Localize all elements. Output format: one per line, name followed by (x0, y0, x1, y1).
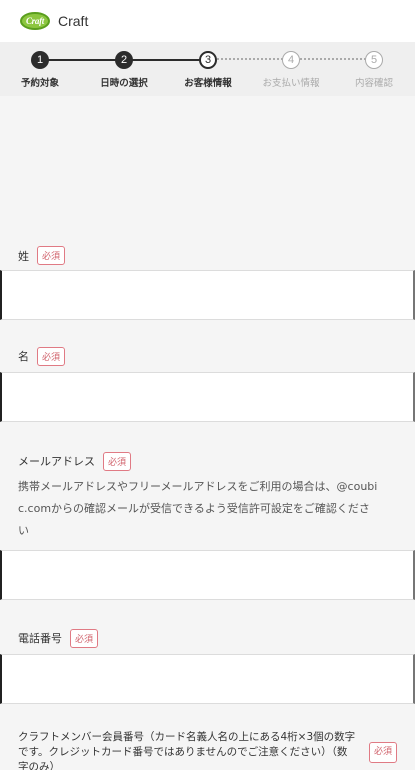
first-name-label: 名 (18, 350, 29, 363)
step-4: 4 お支払い情報 (251, 51, 331, 89)
step-4-label: お支払い情報 (262, 78, 320, 89)
app-header: Craft Craft (0, 0, 415, 42)
member-number-label: クラフトメンバー会員番号（カード名義人名の上にある4桁×3個の数字 です。クレジ… (18, 730, 361, 770)
email-note-line-3: い (18, 524, 29, 537)
content-placeholder (0, 96, 415, 241)
progress-stepper: 1 予約対象 2 日時の選択 3 お客様情報 4 お支払い情報 5 内容確認 (0, 42, 415, 96)
step-2-label: 日時の選択 (100, 78, 148, 89)
email-label-row: メールアドレス 必須 (0, 450, 415, 472)
email-note: 携帯メールアドレスやフリーメールアドレスをご利用の場合は、@coubi c.co… (0, 476, 415, 542)
craft-logo[interactable]: Craft (20, 12, 50, 30)
member-label-line-3: 字のみ） (18, 761, 60, 770)
member-label-line-1: クラフトメンバー会員番号（カード名義人名の上にある4桁×3個の数字 (18, 731, 356, 743)
last-name-label: 姓 (18, 249, 29, 263)
email-label: メールアドレス (18, 455, 95, 468)
step-1-label: 予約対象 (20, 78, 59, 89)
required-badge: 必須 (37, 246, 66, 265)
member-number-label-row: クラフトメンバー会員番号（カード名義人名の上にある4桁×3個の数字 です。クレジ… (0, 730, 415, 770)
stepper-line-3 (208, 58, 291, 60)
step-1: 1 予約対象 (0, 51, 80, 89)
last-name-label-row: 姓 必須 (0, 241, 415, 270)
required-badge: 必須 (70, 628, 99, 648)
email-note-line-2: c.comからの確認メールが受信できるよう受信許可設定をご確認くださ (18, 502, 370, 515)
first-name-label-row: 名 必須 (0, 340, 415, 372)
stepper-line-4 (291, 58, 374, 60)
customer-form: 姓 必須 名 必須 メールアドレス 必須 携帯メールアドレスやフリーメールアドレ… (0, 241, 415, 770)
email-note-line-1: 携帯メールアドレスやフリーメールアドレスをご利用の場合は、@coubi (18, 480, 378, 493)
step-3: 3 お客様情報 (168, 51, 248, 89)
step-3-circle: 3 (199, 51, 217, 69)
step-3-label: お客様情報 (184, 78, 232, 89)
last-name-input[interactable] (0, 270, 415, 320)
phone-input[interactable] (0, 654, 415, 704)
step-5: 5 内容確認 (334, 51, 414, 89)
step-2: 2 日時の選択 (84, 51, 164, 89)
step-1-circle: 1 (31, 51, 49, 69)
first-name-input[interactable] (0, 372, 415, 422)
stepper-line-1 (40, 59, 124, 61)
email-input[interactable] (0, 550, 415, 600)
phone-label: 電話番号 (18, 632, 62, 645)
step-5-label: 内容確認 (354, 78, 393, 89)
logo-text: Craft (25, 16, 44, 26)
stepper-line-2 (124, 59, 208, 61)
required-badge: 必須 (368, 742, 397, 763)
step-5-circle: 5 (365, 51, 383, 69)
member-label-line-2: です。クレジットカード番号ではありませんのでご注意ください）（数 (18, 746, 348, 758)
required-badge: 必須 (37, 346, 66, 366)
step-4-circle: 4 (282, 51, 300, 69)
brand-name: Craft (58, 13, 89, 29)
phone-label-row: 電話番号 必須 (0, 626, 415, 650)
step-2-circle: 2 (115, 51, 133, 69)
required-badge: 必須 (103, 451, 132, 471)
